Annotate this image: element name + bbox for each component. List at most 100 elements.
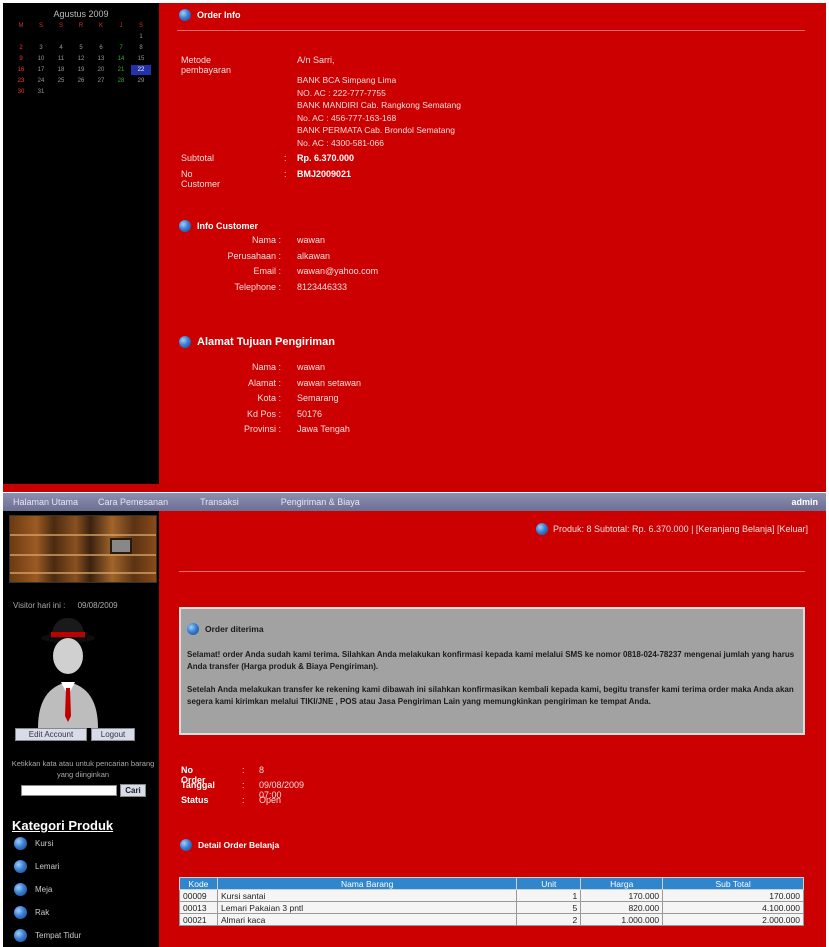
customer-info-row: Email : wawan@yahoo.com	[253, 266, 379, 280]
calendar-day[interactable]: 2	[11, 43, 31, 53]
cart-text[interactable]: Produk: 8 Subtotal: Rp. 6.370.000 | [Ker…	[553, 524, 808, 534]
calendar-day[interactable]: 31	[31, 87, 51, 97]
calendar-day[interactable]	[91, 87, 111, 97]
calendar-day[interactable]: 5	[71, 43, 91, 53]
calendar-day[interactable]: 23	[11, 76, 31, 86]
edit-account-button[interactable]: Edit Account	[15, 728, 87, 741]
nav-home[interactable]: Halaman Utama	[3, 497, 88, 507]
weekday-label: S	[138, 23, 143, 29]
column-header[interactable]: Sub Total	[662, 877, 804, 890]
shipping-row: Provinsi : Jawa Tengah	[244, 424, 350, 438]
calendar-day[interactable]	[71, 87, 91, 97]
category-item[interactable]: Rak	[14, 906, 49, 919]
calendar-day[interactable]: 12	[71, 54, 91, 64]
globe-icon	[180, 839, 192, 851]
calendar-day[interactable]: 21	[111, 65, 131, 75]
calendar-day[interactable]: 10	[31, 54, 51, 64]
sidebar: Visitor hari ini : 09/08/2009 Edit Accou…	[3, 511, 159, 947]
calendar-day[interactable]: 8	[131, 43, 151, 53]
order-status-label: Status	[181, 795, 209, 805]
customer-info-value: wawan@yahoo.com	[297, 266, 379, 276]
shipping-row: Nama : wawan	[252, 362, 326, 376]
nav-transactions[interactable]: Transaksi	[178, 497, 249, 507]
column-header[interactable]: Unit	[516, 877, 582, 890]
calendar-day[interactable]: 9	[11, 54, 31, 64]
calendar-day[interactable]: 18	[51, 65, 71, 75]
calendar-day[interactable]	[71, 32, 91, 42]
bank-line: BANK BCA Simpang Lima	[297, 75, 397, 85]
category-item[interactable]: Tempat Tidur	[14, 929, 81, 942]
calendar-day[interactable]: 6	[91, 43, 111, 53]
column-header[interactable]: Kode	[179, 877, 218, 890]
calendar-day[interactable]: 16	[11, 65, 31, 75]
order-received-title: Order diterima	[205, 624, 264, 634]
calendar-day[interactable]: 28	[111, 76, 131, 86]
calendar-day[interactable]: 17	[31, 65, 51, 75]
calendar-day[interactable]: 24	[31, 76, 51, 86]
calendar-day[interactable]	[11, 32, 31, 42]
calendar-day[interactable]	[91, 32, 111, 42]
shipping-heading: Alamat Tujuan Pengiriman	[179, 336, 335, 348]
visitor-value: 09/08/2009	[77, 601, 118, 610]
notice-paragraph-2: Setelah Anda melakukan transfer ke reken…	[187, 685, 794, 706]
calendar-day[interactable]	[31, 32, 51, 42]
weekday-label: J	[119, 23, 123, 29]
calendar-day[interactable]	[111, 87, 131, 97]
calendar-panel: Agustus 2009 M S S R K J S 1 2 3 4 5 6 7 8 9 10 11 12 13 14 1…	[3, 3, 159, 490]
calendar-day[interactable]: 19	[71, 65, 91, 75]
column-header[interactable]: Nama Barang	[216, 877, 518, 890]
store-photo	[9, 515, 157, 583]
calendar-day[interactable]: 11	[51, 54, 71, 64]
column-header[interactable]: Harga	[580, 877, 664, 890]
calendar-day[interactable]: 27	[91, 76, 111, 86]
bank-list: BANK BCA Simpang Lima NO. AC : 222-777-7…	[297, 74, 461, 149]
search-button[interactable]: Cari	[120, 784, 146, 797]
shipping-label: Kota :	[257, 393, 281, 403]
logout-button[interactable]: Logout	[91, 728, 135, 741]
calendar-day[interactable]: 14	[111, 54, 131, 64]
bank-line: No. AC : 456-777-163-168	[297, 112, 397, 123]
calendar-day[interactable]: 7	[111, 43, 131, 53]
nav-shipping[interactable]: Pengiriman & Biaya	[249, 497, 370, 507]
globe-icon	[14, 883, 27, 896]
category-item[interactable]: Kursi	[14, 837, 53, 850]
order-detail-table: Kode Nama Barang Unit Harga Sub Total 00009 K…	[179, 877, 804, 926]
calendar-day[interactable]: 20	[91, 65, 111, 75]
calendar-day[interactable]	[131, 87, 151, 97]
calendar-day[interactable]	[51, 32, 71, 42]
nav-how-to-order[interactable]: Cara Pemesanan	[88, 497, 178, 507]
customer-info-value: wawan	[297, 235, 326, 245]
avatar	[38, 618, 98, 728]
calendar-title: Agustus 2009	[53, 9, 109, 19]
calendar-day[interactable]: 4	[51, 43, 71, 53]
calendar-day[interactable]: 29	[131, 76, 151, 86]
divider	[177, 30, 805, 31]
order-info-heading: Order Info	[179, 9, 241, 21]
cart-icon	[535, 523, 548, 535]
customer-info-heading: Info Customer	[179, 220, 258, 232]
calendar-day[interactable]	[111, 32, 131, 42]
calendar-day[interactable]: 1	[131, 32, 151, 42]
globe-icon	[179, 336, 191, 348]
calendar-day[interactable]: 30	[11, 87, 31, 97]
shipping-value: wawan	[297, 362, 326, 372]
user-name[interactable]: admin	[791, 497, 826, 507]
category-item[interactable]: Meja	[14, 883, 52, 896]
calendar-day[interactable]: 26	[71, 76, 91, 86]
order-received-heading: Order diterima	[187, 623, 264, 635]
calendar-day[interactable]: 3	[31, 43, 51, 53]
calendar-day[interactable]: 22	[131, 65, 151, 75]
main-content: Produk: 8 Subtotal: Rp. 6.370.000 | [Ker…	[159, 511, 826, 947]
search-input[interactable]	[21, 785, 117, 796]
calendar-day[interactable]: 13	[91, 54, 111, 64]
calendar-day[interactable]: 15	[131, 54, 151, 64]
category-item[interactable]: Lemari	[14, 860, 59, 873]
category-label: Rak	[35, 908, 50, 917]
table-cell: 5	[516, 901, 582, 914]
calendar-day[interactable]: 25	[51, 76, 71, 86]
category-label: Lemari	[35, 862, 60, 871]
cart-summary[interactable]: Produk: 8 Subtotal: Rp. 6.370.000 | [Ker…	[535, 523, 808, 535]
bank-line: NO. AC : 222-777-7755	[297, 87, 386, 98]
calendar-day[interactable]	[51, 87, 71, 97]
shipping-label: Nama :	[251, 362, 281, 372]
